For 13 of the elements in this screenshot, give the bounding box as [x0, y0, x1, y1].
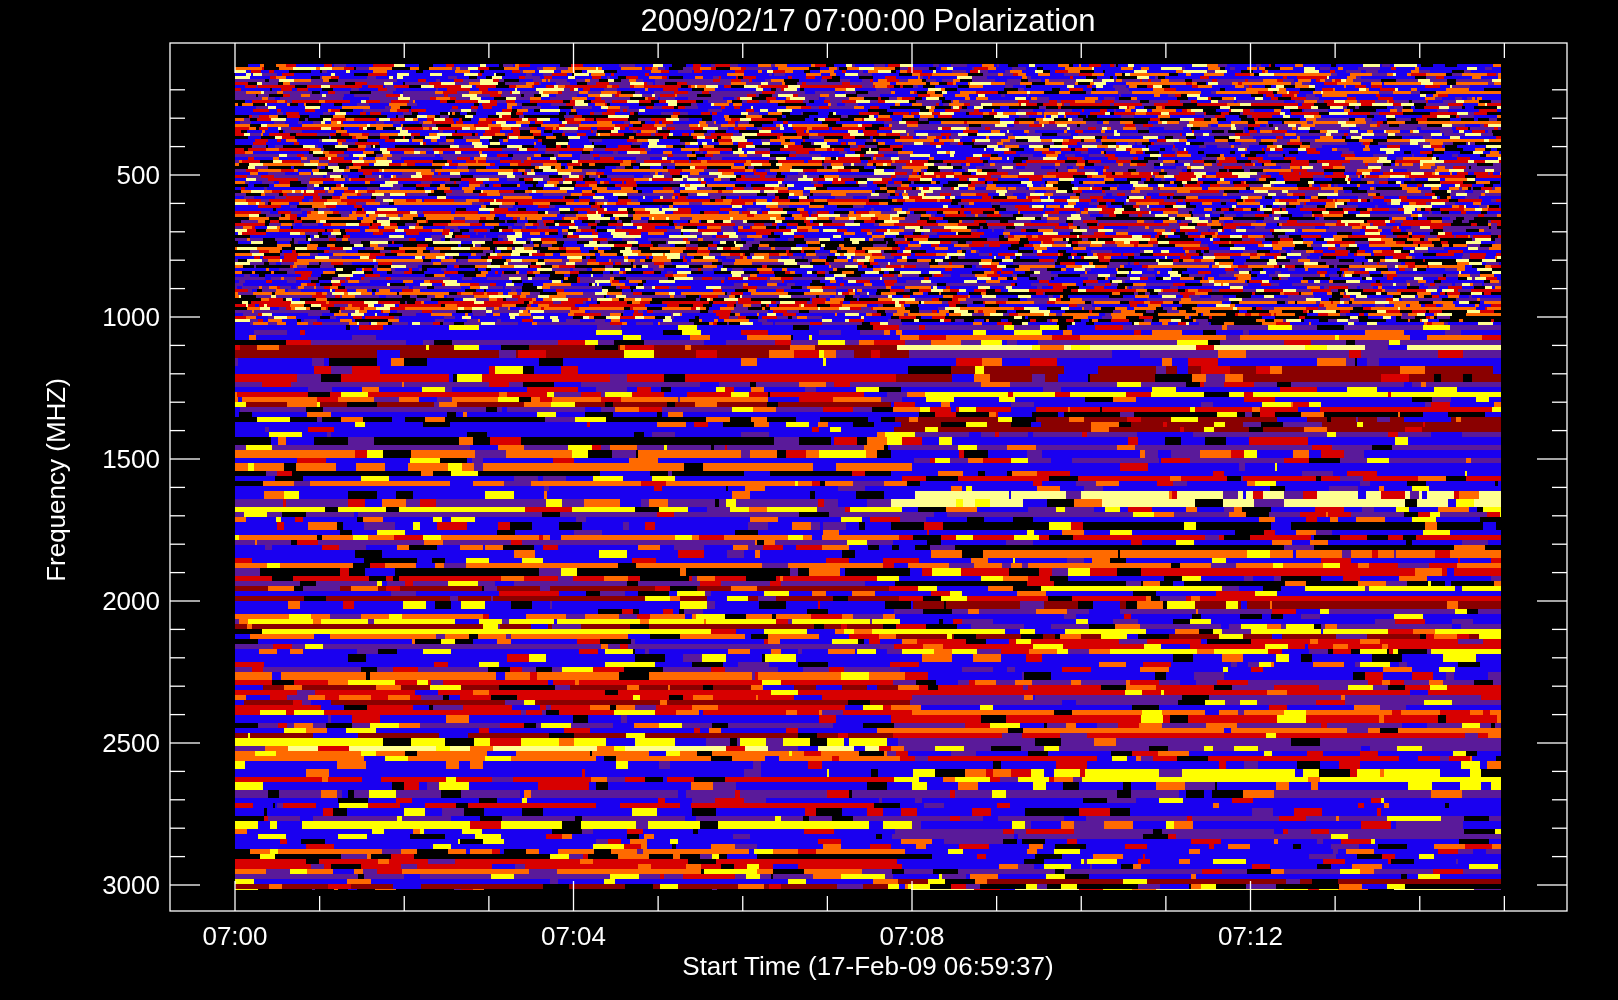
- x-tick-label: 07:00: [202, 921, 268, 951]
- y-tick-label: 500: [116, 160, 160, 190]
- chart-title: 2009/02/17 07:00:00 Polarization: [640, 3, 1096, 38]
- y-tick-label: 2000: [102, 586, 160, 616]
- y-tick-label: 3000: [102, 870, 160, 900]
- y-tick-label: 2500: [102, 728, 160, 758]
- x-axis-label: Start Time (17-Feb-09 06:59:37): [682, 951, 1054, 981]
- x-tick-label: 07:04: [540, 921, 607, 951]
- y-tick-label: 1500: [102, 444, 160, 474]
- x-tick-label: 07:12: [1217, 921, 1284, 951]
- y-axis-label: Frequency (MHZ): [41, 378, 71, 582]
- y-tick-label: 1000: [102, 302, 160, 332]
- x-tick-label: 07:08: [879, 921, 945, 951]
